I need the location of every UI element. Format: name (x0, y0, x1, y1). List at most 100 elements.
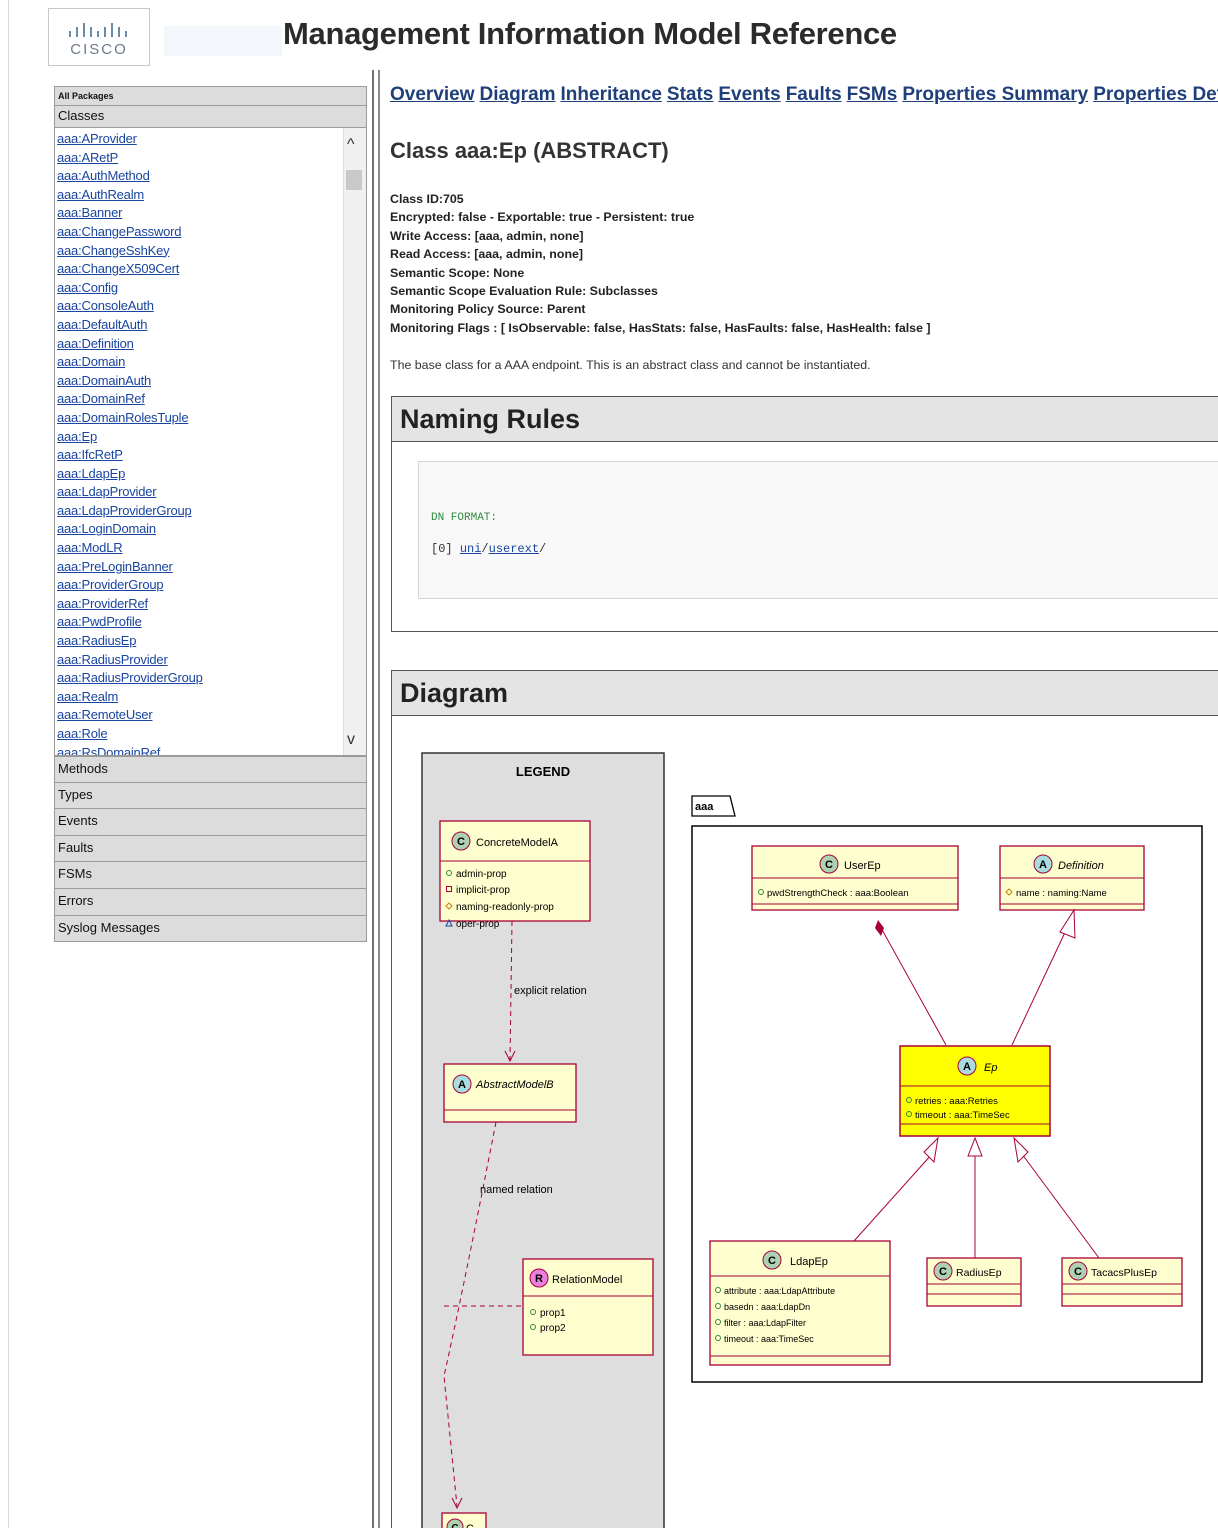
scroll-down-icon[interactable]: v (347, 731, 355, 749)
class-link[interactable]: aaa:ChangePassword (57, 224, 182, 239)
legend-relation-class[interactable]: R RelationModel prop1 prop2 (522, 1258, 654, 1356)
class-list-item: aaa:LdapProviderGroup (57, 502, 345, 521)
nav-section-methods[interactable]: Methods (54, 756, 367, 783)
class-link[interactable]: aaa:ProviderRef (57, 596, 148, 611)
class-list-item: aaa:ModLR (57, 539, 345, 558)
class-link[interactable]: aaa:RemoteUser (57, 707, 153, 722)
tab-properties-summary[interactable]: Properties Summary (902, 84, 1088, 105)
class-radiusep[interactable]: C RadiusEp (926, 1257, 1022, 1307)
class-link[interactable]: aaa:ChangeSshKey (57, 243, 170, 258)
class-link[interactable]: aaa:LoginDomain (57, 521, 156, 536)
class-prop: name : naming:Name (1016, 888, 1107, 899)
class-link[interactable]: aaa:ChangeX509Cert (57, 261, 179, 276)
nav-section-errors[interactable]: Errors (54, 888, 367, 916)
class-link[interactable]: aaa:DomainAuth (57, 373, 151, 388)
class-prop: attribute : aaa:LdapAttribute (724, 1286, 835, 1296)
tab-faults[interactable]: Faults (786, 84, 842, 105)
class-list-item: aaa:Config (57, 279, 345, 298)
class-list-item: aaa:Ep (57, 428, 345, 447)
dn-index: [0] (431, 542, 453, 556)
class-list-item: aaa:Domain (57, 353, 345, 372)
legend-c-class[interactable]: C C (441, 1512, 487, 1528)
badge-letter: A (1039, 859, 1047, 871)
class-list-item: aaa:ProviderGroup (57, 576, 345, 595)
class-link[interactable]: aaa:LdapProviderGroup (57, 503, 192, 518)
class-ldapep[interactable]: C LdapEp attribute : aaa:LdapAttribute b… (709, 1240, 891, 1366)
tab-overview[interactable]: Overview (390, 84, 475, 105)
class-link[interactable]: aaa:Domain (57, 354, 125, 369)
class-link[interactable]: aaa:LdapEp (57, 466, 125, 481)
tab-properties-detail[interactable]: Properties Detail (1093, 84, 1218, 105)
class-link[interactable]: aaa:Role (57, 726, 108, 741)
tab-diagram[interactable]: Diagram (480, 84, 556, 105)
class-link[interactable]: aaa:Ep (57, 429, 97, 444)
class-link[interactable]: aaa:RsDomainRef (57, 745, 160, 755)
class-link[interactable]: aaa:IfcRetP (57, 447, 123, 462)
class-link[interactable]: aaa:RadiusProviderGroup (57, 670, 203, 685)
class-prop: basedn : aaa:LdapDn (724, 1302, 810, 1312)
class-heading: Class aaa:Ep (ABSTRACT) (390, 138, 669, 163)
legend-concrete-class[interactable]: C ConcreteModelA admin-prop implicit-pro… (439, 820, 591, 930)
class-link[interactable]: aaa:DomainRef (57, 391, 145, 406)
class-list-item: aaa:RadiusProvider (57, 651, 345, 670)
class-link[interactable]: aaa:ARetP (57, 150, 118, 165)
class-list-panel: aaa:AProvider aaa:ARetP aaa:AuthMethod aaa:… (54, 128, 367, 756)
nav-section-faults[interactable]: Faults (54, 835, 367, 863)
class-link[interactable]: aaa:RadiusProvider (57, 652, 168, 667)
class-prop: naming-readonly-prop (456, 902, 554, 913)
class-link[interactable]: aaa:PreLoginBanner (57, 559, 173, 574)
class-link[interactable]: aaa:Realm (57, 689, 118, 704)
nav-section-syslog-messages[interactable]: Syslog Messages (54, 915, 367, 942)
class-link[interactable]: aaa:Definition (57, 336, 134, 351)
class-link[interactable]: aaa:ProviderGroup (57, 577, 164, 592)
tab-inheritance[interactable]: Inheritance (561, 84, 662, 105)
diagram-section: Diagram LEGEND C ConcreteModelA admin-pr (391, 670, 1218, 1528)
page-title: Management Information Model Reference (283, 16, 897, 51)
class-link[interactable]: aaa:DomainRolesTuple (57, 410, 189, 425)
badge-letter: A (458, 1079, 466, 1091)
nav-section-events[interactable]: Events (54, 809, 367, 836)
scroll-thumb[interactable] (346, 170, 362, 190)
class-list-item: aaa:AuthMethod (57, 167, 345, 186)
class-link[interactable]: aaa:AProvider (57, 131, 137, 146)
nav-section-fsms[interactable]: FSMs (54, 862, 367, 889)
class-link[interactable]: aaa:AuthRealm (57, 187, 144, 202)
class-ep[interactable]: A Ep retries : aaa:Retries timeout : aaa… (899, 1045, 1051, 1137)
naming-rules-section: Naming Rules DN FORMAT: [0] uni/userext/ (391, 396, 1218, 632)
class-link[interactable]: aaa:DefaultAuth (57, 317, 147, 332)
dn-link-uni[interactable]: uni (460, 542, 482, 556)
all-packages-header[interactable]: All Packages (54, 86, 367, 106)
package-name: aaa (695, 801, 714, 813)
class-link[interactable]: aaa:ConsoleAuth (57, 298, 154, 313)
class-tacacsplusep[interactable]: C TacacsPlusEp (1061, 1257, 1183, 1307)
class-list-item: aaa:DomainRolesTuple (57, 409, 345, 428)
class-definition[interactable]: A Definition name : naming:Name (999, 845, 1145, 911)
class-prop: pwdStrengthCheck : aaa:Boolean (767, 888, 909, 899)
class-property-line: Write Access: [aaa, admin, none] (390, 228, 584, 243)
dn-link-userext[interactable]: userext (489, 542, 539, 556)
class-list-scrollbar[interactable]: ^ v (343, 128, 366, 755)
class-name: TacacsPlusEp (1091, 1267, 1157, 1279)
class-name: Definition (1058, 860, 1104, 872)
class-description: The base class for a AAA endpoint. This … (390, 358, 871, 372)
package-navigator: All Packages Classes aaa:AProvider aaa:AR… (54, 86, 367, 942)
class-link[interactable]: aaa:PwdProfile (57, 614, 142, 629)
class-link[interactable]: aaa:AuthMethod (57, 168, 150, 183)
classes-header[interactable]: Classes (54, 106, 367, 128)
class-list-item: aaa:Role (57, 725, 345, 744)
tab-events[interactable]: Events (718, 84, 780, 105)
class-link[interactable]: aaa:Config (57, 280, 118, 295)
nav-section-types[interactable]: Types (54, 782, 367, 810)
class-link[interactable]: aaa:Banner (57, 205, 122, 220)
class-link[interactable]: aaa:LdapProvider (57, 484, 157, 499)
legend-abstract-class[interactable]: A AbstractModelB (443, 1063, 577, 1123)
tab-stats[interactable]: Stats (667, 84, 713, 105)
class-link[interactable]: aaa:ModLR (57, 540, 123, 555)
scroll-up-icon[interactable]: ^ (347, 136, 355, 154)
class-userep[interactable]: C UserEp pwdStrengthCheck : aaa:Boolean (751, 845, 959, 911)
frame-divider[interactable] (372, 70, 374, 1528)
class-link[interactable]: aaa:RadiusEp (57, 633, 136, 648)
dn-format-label: DN FORMAT: (431, 512, 498, 524)
tab-fsms[interactable]: FSMs (847, 84, 898, 105)
class-list-item: aaa:RemoteUser (57, 706, 345, 725)
